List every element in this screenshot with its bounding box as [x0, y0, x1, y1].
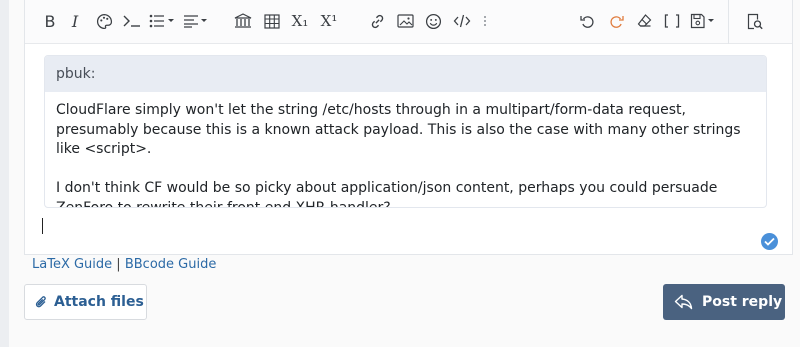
attach-files-label: Attach files [54, 294, 144, 310]
editor-toolbar: B I X₁ X¹ [25, 0, 792, 44]
toolbar-separator [728, 0, 729, 44]
table-button[interactable] [262, 10, 282, 32]
eraser-icon [637, 14, 651, 27]
bbcode-guide-link[interactable]: BBcode Guide [125, 257, 217, 272]
remove-format-button[interactable] [634, 10, 654, 32]
undo-button[interactable] [577, 10, 597, 32]
list-button[interactable] [149, 10, 175, 32]
save-draft-icon [690, 13, 714, 29]
subscript-icon: X₁ [291, 12, 309, 30]
preview-icon [747, 13, 763, 29]
redo-icon [609, 16, 624, 28]
preview-button[interactable] [745, 10, 765, 32]
emoji-button[interactable] [423, 10, 443, 32]
redo-button[interactable] [606, 10, 626, 32]
quote-paragraph: CloudFlare simply won't let the string /… [56, 102, 741, 157]
table-icon [264, 13, 280, 29]
more-icon [484, 16, 486, 26]
rich-text-editor[interactable]: B I X₁ X¹ pbuk: CloudFlare simply won't … [24, 0, 793, 255]
institution-button[interactable] [233, 10, 253, 32]
bold-button[interactable]: B [41, 10, 59, 32]
image-icon [396, 14, 414, 28]
institution-icon [234, 13, 252, 28]
bbcode-toggle-button[interactable] [662, 10, 682, 32]
paperclip-icon [34, 294, 48, 311]
reply-form: B I X₁ X¹ pbuk: CloudFlare simply won't … [9, 0, 800, 347]
draft-button[interactable] [689, 10, 717, 32]
post-reply-label: Post reply [702, 294, 783, 310]
subscript-button[interactable]: X₁ [289, 10, 311, 32]
code-icon [453, 14, 471, 28]
image-button[interactable] [395, 10, 415, 32]
spellcheck-icon[interactable] [761, 233, 778, 250]
editor-guides: LaTeX Guide | BBcode Guide [32, 257, 216, 272]
italic-button[interactable]: I [67, 10, 83, 32]
reply-icon [674, 294, 693, 310]
superscript-button[interactable]: X¹ [318, 10, 340, 32]
text-color-button[interactable] [94, 10, 114, 32]
latex-guide-link[interactable]: LaTeX Guide [32, 257, 112, 272]
quote-content: CloudFlare simply won't let the string /… [45, 92, 766, 208]
emoji-icon [425, 13, 441, 29]
quote-author: pbuk: [45, 56, 766, 92]
text-caret [42, 218, 43, 234]
inline-code-icon [123, 15, 140, 27]
code-button[interactable] [451, 10, 473, 32]
quote-paragraph: I don't think CF would be so picky about… [56, 180, 718, 208]
inline-code-button[interactable] [121, 10, 143, 32]
align-button[interactable] [183, 10, 209, 32]
bullet-list-icon [149, 14, 174, 28]
palette-icon [96, 13, 112, 29]
bold-icon: B [44, 11, 56, 31]
undo-icon [579, 16, 594, 28]
italic-icon: I [71, 11, 79, 31]
quote-block: pbuk: CloudFlare simply won't let the st… [44, 55, 767, 208]
post-reply-button[interactable]: Post reply [663, 284, 785, 320]
align-icon [184, 15, 207, 28]
more-button[interactable] [479, 10, 491, 32]
link-icon [371, 14, 383, 28]
superscript-icon: X¹ [320, 12, 338, 30]
left-gutter [0, 0, 9, 347]
brackets-icon [664, 14, 680, 28]
attach-files-button[interactable]: Attach files [24, 284, 147, 320]
guide-separator: | [116, 257, 121, 272]
link-button[interactable] [367, 10, 387, 32]
